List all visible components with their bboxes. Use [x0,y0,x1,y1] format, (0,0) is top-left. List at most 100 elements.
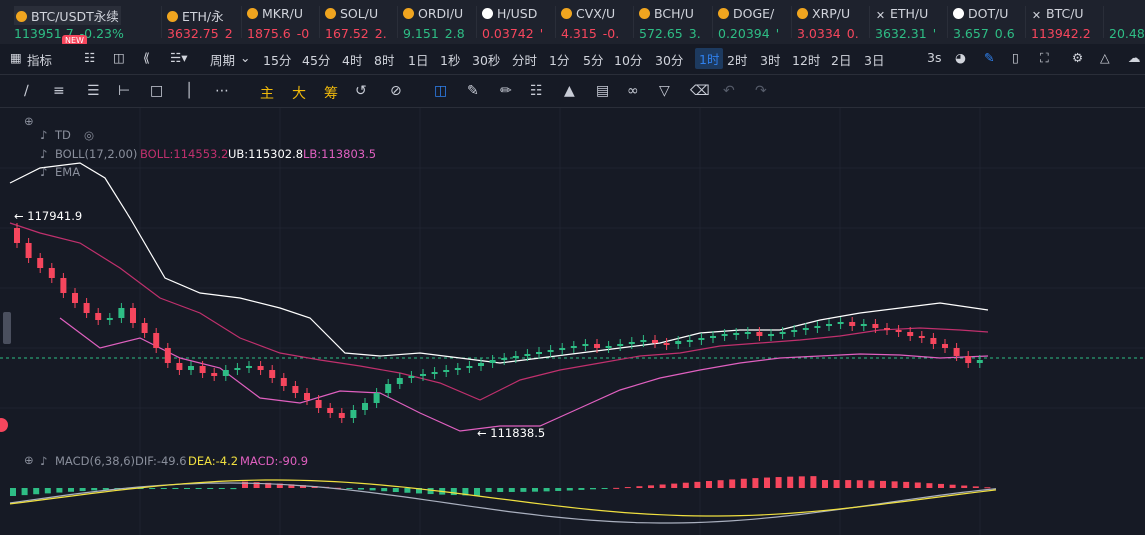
cloud-icon[interactable]: ☁ [1128,50,1141,65]
interval-1[interactable]: 45分 [302,50,330,69]
interval-6[interactable]: 30秒 [472,50,500,69]
interval-8[interactable]: 1分 [549,50,569,69]
ticker-symbol: ORDI/U [418,6,464,21]
trend-line-icon[interactable]: ∕ [24,83,29,99]
macd-bar [555,488,562,491]
candle-body [199,366,206,373]
bell-icon[interactable]: ♪ [40,128,47,142]
vertical-line-icon[interactable]: │ [185,83,193,99]
interval-17[interactable]: 3日 [864,50,884,69]
interval-11[interactable]: 30分 [655,50,683,69]
bell-icon[interactable]: ♪ [40,454,47,468]
trash-icon[interactable]: ⌫ [690,83,710,99]
period-dropdown[interactable]: 周期 [210,50,235,69]
macd-bar [207,488,214,489]
candle-body [895,330,902,332]
ticker-price: 3632.75 [167,26,219,41]
candle-body [454,368,461,370]
candle-body [779,332,786,334]
candle-body [431,372,438,374]
candle-body [48,268,55,278]
interval-2[interactable]: 4时 [342,50,362,69]
sync-icon[interactable]: ↺ [355,83,367,99]
bell-icon[interactable]: ♪ [40,165,47,179]
candle-body [791,330,798,332]
macd-bar [79,488,86,492]
slash-icon[interactable]: ⊘ [390,83,402,99]
brush-icon[interactable]: ✏ [500,83,512,99]
indicator-button[interactable]: 指标 [27,50,52,69]
ticker-price: 0.03742 [482,26,534,41]
macd-bar [427,488,434,495]
macd-bar [520,488,527,492]
horizontal-line-icon[interactable]: ⊢ [118,83,130,99]
interval-7[interactable]: 分时 [512,50,537,69]
link-icon[interactable]: ∞ [627,83,639,99]
chevron-down-icon[interactable]: ⌄ [240,50,250,65]
edit-icon[interactable]: ▤ [596,83,609,99]
candle-body [327,408,334,413]
ticker-change: ' [775,26,780,41]
candle-body [744,332,751,334]
collapse-icon[interactable]: ⊕ [24,453,34,467]
settings-icon[interactable]: ⚙ [1072,50,1083,65]
interval-toolbar: ▦ 指标 ☷ ◫ ⟪ ☵▾ 周期 ⌄ 15分 45分 4时 8时 1日 1秒 30秒 分时 1分… [0,44,1145,75]
undo-icon[interactable]: ↶ [723,83,735,99]
macd-bar [56,488,63,493]
interval-5[interactable]: 1秒 [440,50,460,69]
price-chart-svg[interactable] [0,108,1145,535]
macd-bar [914,482,921,488]
macd-bar [694,481,701,488]
ticker-price: 167.52 [325,26,369,41]
more-icon[interactable]: ⋯ [215,83,229,99]
macd-bar [706,481,712,488]
redo-icon[interactable]: ↷ [755,83,767,99]
cube-icon[interactable]: △ [1100,50,1110,65]
candles-icon[interactable]: ☷ [530,83,543,99]
side-panel-handle[interactable] [3,312,11,344]
ticker-quote-row: 572.65 3. [639,26,701,41]
rewind-icon[interactable]: ⟪ [143,50,150,65]
macd-bar [10,488,16,496]
filter-icon[interactable]: ▽ [659,83,670,99]
coin-icon [325,8,336,19]
macd-bar [346,488,353,489]
interval-13[interactable]: 2时 [727,50,747,69]
interval-14[interactable]: 3时 [760,50,780,69]
parallel-lines-icon[interactable]: ≡ [53,83,65,99]
pen-icon[interactable]: ✎ [984,50,994,65]
collapse-icon[interactable]: ⊕ [24,114,34,128]
indicator-icon[interactable]: ▦ [10,50,22,65]
interval-15[interactable]: 12时 [792,50,820,69]
candle-type-icon[interactable]: ☵▾ [170,50,187,65]
camera-icon[interactable]: ◕ [955,50,966,65]
interval-3[interactable]: 8时 [374,50,394,69]
magnet-icon[interactable]: ◫ [434,83,447,99]
channel-icon[interactable]: ☰ [87,83,100,99]
chip-button[interactable]: 筹 [324,83,338,103]
eye-icon[interactable]: ◎ [84,128,94,142]
candle-body [710,336,716,338]
layout-icon[interactable]: ◫ [113,50,125,65]
interval-0[interactable]: 15分 [263,50,291,69]
lock-icon[interactable]: ▲ [564,83,575,99]
interval-9[interactable]: 5分 [583,50,603,69]
comment-icon[interactable]: ▯ [1012,50,1019,65]
big-order-button[interactable]: 大 [292,83,306,103]
ticker-symbol-row: BTC/USDT永续 [14,6,121,25]
interval-4[interactable]: 1日 [408,50,428,69]
chart-area[interactable]: ⊕ ♪ TD ◎ ♪ BOLL(17,2.00) BOLL:114553.2 U… [0,108,1145,535]
interval-10[interactable]: 10分 [614,50,642,69]
candle-body [350,410,357,418]
interval-16[interactable]: 2日 [831,50,851,69]
bell-icon[interactable]: ♪ [40,147,47,161]
rectangle-icon[interactable]: □ [150,83,163,99]
fullscreen-icon[interactable]: ⛶ [1040,50,1049,66]
interval-12[interactable]: 1时 [695,48,724,69]
macd-bar [624,487,631,489]
ruler-icon[interactable]: ✎ [467,83,479,99]
candle-body [594,344,600,348]
main-force-button[interactable]: 主 [260,83,274,103]
calendar-icon[interactable]: ☷ [84,50,95,65]
refresh-interval[interactable]: 3s [927,50,941,65]
